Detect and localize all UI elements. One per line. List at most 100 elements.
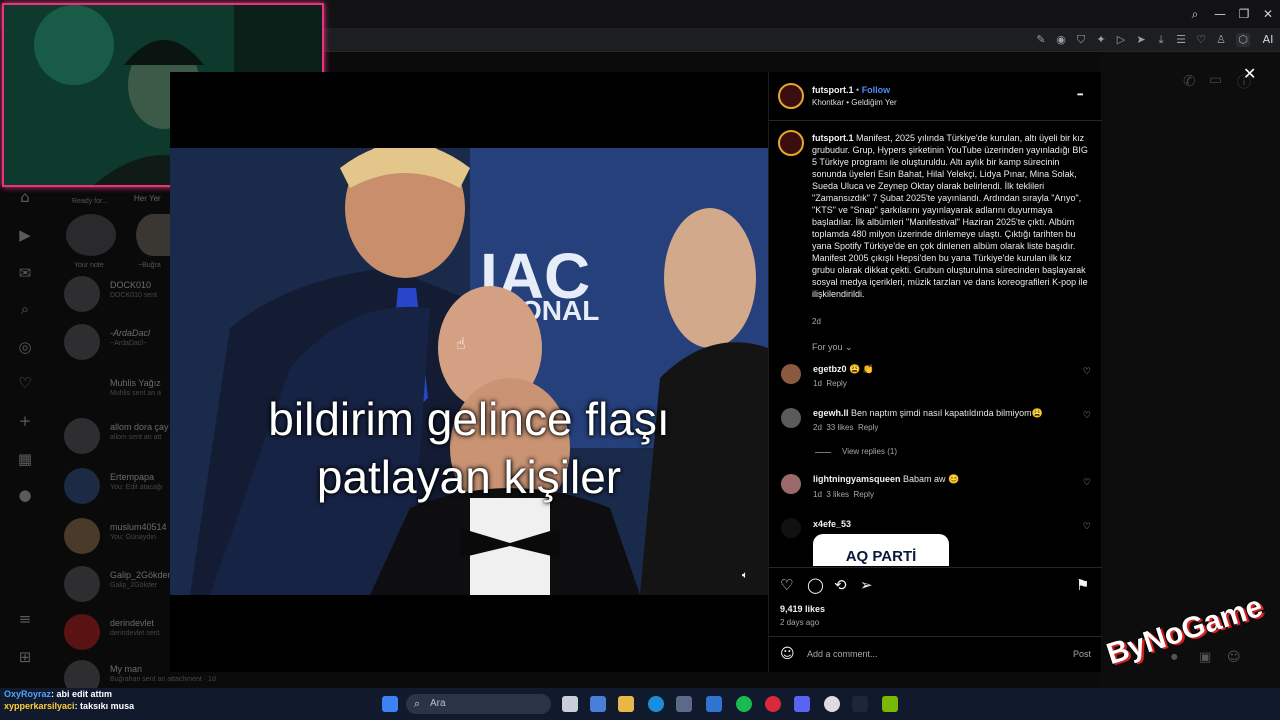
- messages-icon[interactable]: ✉: [16, 264, 34, 282]
- comment-image[interactable]: AQ PARTİ: [813, 534, 949, 566]
- avatar[interactable]: [781, 364, 801, 384]
- emoji-icon[interactable]: ☺: [780, 646, 795, 662]
- explore-icon[interactable]: ◎: [16, 338, 34, 356]
- shield-icon[interactable]: ⛉: [1074, 33, 1088, 47]
- send-icon[interactable]: ➤: [1134, 33, 1148, 47]
- more-options-icon[interactable]: •••: [1077, 90, 1083, 99]
- phone-icon[interactable]: ✆: [1183, 72, 1196, 90]
- home-icon[interactable]: ⌂: [16, 188, 34, 206]
- search-icon[interactable]: ⌕: [1187, 6, 1203, 22]
- apps-icon[interactable]: ⊞: [16, 648, 34, 666]
- list-icon[interactable]: ☰: [1174, 33, 1188, 47]
- download-icon[interactable]: ⤓: [1154, 33, 1168, 47]
- profile-nav-icon[interactable]: ●: [16, 486, 34, 504]
- video-call-icon[interactable]: ▭: [1209, 72, 1222, 88]
- cube-icon[interactable]: ⬡: [1236, 33, 1250, 47]
- like-icon[interactable]: ♡: [780, 576, 793, 594]
- create-icon[interactable]: +: [16, 412, 34, 430]
- repost-icon[interactable]: ⟲: [834, 576, 847, 594]
- taskbar-search[interactable]: ⌕ Ara: [406, 694, 551, 714]
- heart-icon[interactable]: ♡: [1194, 33, 1208, 47]
- save-icon[interactable]: ⚑: [1076, 576, 1089, 594]
- post-caption: futsport.1 Manifest, 2025 yılında Türkiy…: [812, 132, 1094, 300]
- play-icon[interactable]: ▷: [1114, 33, 1128, 47]
- steam-icon[interactable]: [852, 696, 868, 712]
- story-avatar[interactable]: [136, 214, 170, 256]
- edit-icon[interactable]: ✎: [1034, 33, 1048, 47]
- dm-item[interactable]: DOCK010 DOCK010 sent: [64, 276, 174, 318]
- like-comment-icon[interactable]: ♡: [1083, 367, 1091, 377]
- dm-item[interactable]: Ertempapa You: Edit atacağı: [64, 468, 174, 510]
- dm-item[interactable]: derindevlet derindevlet sent: [64, 614, 174, 656]
- dm-item[interactable]: Muhlis Yağız Muhlis sent an a: [64, 374, 174, 416]
- spotify-icon[interactable]: [736, 696, 752, 712]
- dm-item[interactable]: allom dora çay allom sent an att: [64, 418, 174, 460]
- dm-name: -ArdaDacl: [110, 328, 151, 338]
- start-icon[interactable]: [382, 696, 398, 712]
- comment-likes[interactable]: 3 likes: [826, 490, 849, 499]
- ai-button[interactable]: AI: [1258, 33, 1278, 47]
- post-button[interactable]: Post: [1073, 649, 1091, 659]
- camera-icon[interactable]: ◉: [1054, 33, 1068, 47]
- caption-username[interactable]: futsport.1: [812, 133, 854, 143]
- add-comment-input[interactable]: Add a comment...: [807, 649, 878, 659]
- for-you-dropdown[interactable]: For you ⌄: [812, 342, 853, 353]
- mail-icon[interactable]: [706, 696, 722, 712]
- follow-button[interactable]: Follow: [862, 85, 891, 95]
- minimize-icon[interactable]: —: [1212, 6, 1228, 22]
- profile-icon[interactable]: ♙: [1214, 33, 1228, 47]
- comment-user[interactable]: egetbz0: [813, 364, 847, 374]
- opera-icon[interactable]: [765, 696, 781, 712]
- view-replies-button[interactable]: View replies (1): [842, 447, 897, 456]
- widgets-icon[interactable]: [590, 696, 606, 712]
- avatar[interactable]: [781, 408, 801, 428]
- reels-icon[interactable]: ▶: [16, 226, 34, 244]
- search-nav-icon[interactable]: ⌕: [16, 300, 34, 318]
- extension-icon[interactable]: ✦: [1094, 33, 1108, 47]
- avatar[interactable]: [781, 518, 801, 538]
- note-avatar[interactable]: [66, 214, 116, 256]
- reply-button[interactable]: Reply: [826, 379, 846, 388]
- edge-icon[interactable]: [648, 696, 664, 712]
- menu-icon[interactable]: ≡: [16, 610, 34, 628]
- task-view-icon[interactable]: [562, 696, 578, 712]
- dm-item[interactable]: Galip_2Gökder Galip_2Gökder: [64, 566, 174, 608]
- caption-text-2: Manifest 2005 çıkışlı Hepsi'den bu yana …: [812, 253, 1088, 299]
- reply-button[interactable]: Reply: [854, 490, 874, 499]
- stream-chat-overlay: OxyRoyraz: abi edit attım xypperkarsilya…: [4, 688, 244, 720]
- comment-user[interactable]: x4efe_53: [813, 519, 851, 529]
- comment-icon[interactable]: ◯: [807, 576, 824, 594]
- discord-icon[interactable]: [794, 696, 810, 712]
- like-comment-icon[interactable]: ♡: [1083, 522, 1091, 532]
- likes-count[interactable]: 9,419 likes: [780, 604, 825, 614]
- comment-user[interactable]: lightningyamsqueen: [813, 474, 901, 484]
- comment-user[interactable]: egewh.ll: [813, 408, 849, 418]
- comment-likes[interactable]: 33 likes: [826, 423, 853, 432]
- file-explorer-icon[interactable]: [618, 696, 634, 712]
- dashboard-icon[interactable]: ▦: [16, 450, 34, 468]
- post-avatar[interactable]: [778, 83, 804, 109]
- sticker-icon[interactable]: ☺: [1227, 650, 1241, 665]
- restore-icon[interactable]: ❐: [1236, 6, 1252, 22]
- volume-icon[interactable]: 🔈︎: [742, 570, 748, 581]
- dm-item[interactable]: muslum40514 You: Günaydın: [64, 518, 174, 560]
- reel-video[interactable]: IAC ONAL bildirim gelince flaşı patlayan…: [170, 148, 768, 595]
- comment-body: egetbz0 😩 👏: [813, 363, 1073, 375]
- gallery-icon[interactable]: ▣: [1199, 650, 1211, 665]
- share-icon[interactable]: ➢: [860, 576, 873, 594]
- reply-button[interactable]: Reply: [858, 423, 878, 432]
- post-subtitle[interactable]: Khontkar • Geldiğim Yer: [812, 98, 897, 107]
- dm-item[interactable]: -ArdaDacl ~ArdaDacl~: [64, 324, 174, 366]
- like-comment-icon[interactable]: ♡: [1083, 478, 1091, 488]
- notifications-icon[interactable]: ♡: [16, 374, 34, 392]
- dm-name: muslum40514: [110, 522, 167, 532]
- caption-avatar[interactable]: [778, 130, 804, 156]
- post-username[interactable]: futsport.1: [812, 85, 854, 95]
- like-comment-icon[interactable]: ♡: [1083, 411, 1091, 421]
- store-icon[interactable]: [676, 696, 692, 712]
- close-window-icon[interactable]: ✕: [1260, 6, 1276, 22]
- nvidia-icon[interactable]: [882, 696, 898, 712]
- avatar[interactable]: [781, 474, 801, 494]
- obs-icon[interactable]: [824, 696, 840, 712]
- close-icon[interactable]: ✕: [1243, 64, 1256, 83]
